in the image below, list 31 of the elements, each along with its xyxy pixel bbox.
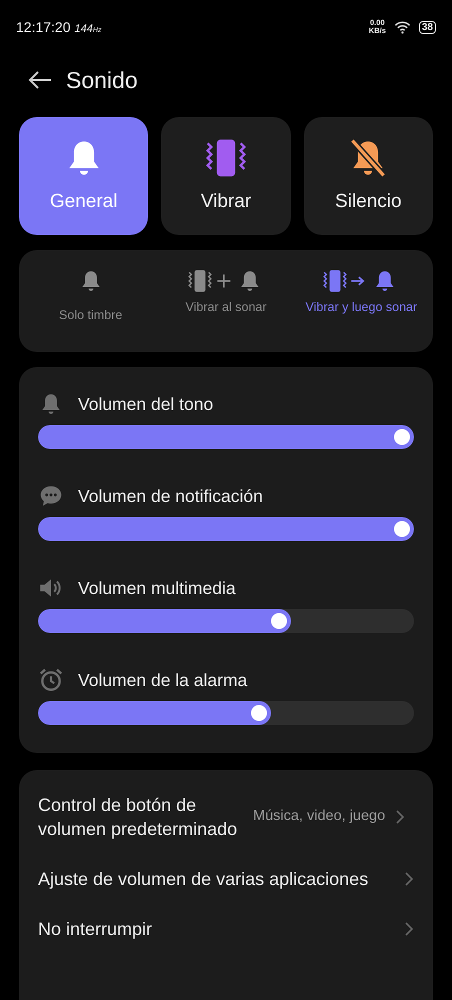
ring-option[interactable]: Vibrar al sonar [158, 268, 294, 352]
volume-slider[interactable] [38, 609, 414, 634]
slider-label: Volumen de la alarma [78, 669, 248, 692]
setting-title: No interrumpir [38, 918, 154, 941]
settings-item[interactable]: Ajuste de volumen de varias aplicaciones [38, 856, 414, 906]
page-title: Sonido [66, 66, 138, 95]
sound-mode-button[interactable]: Silencio [304, 117, 433, 235]
slider-label: Volumen de notificación [78, 485, 263, 508]
status-time: 12:17:20 [16, 18, 70, 36]
slider-label: Volumen del tono [78, 393, 214, 416]
chevron-right-icon [404, 921, 414, 937]
setting-title: Ajuste de volumen de varias aplicaciones [38, 868, 370, 891]
volume-slider[interactable] [38, 701, 414, 726]
volume-slider[interactable] [38, 517, 414, 542]
sound-mode-button[interactable]: General [19, 117, 148, 235]
slider-label: Volumen multimedia [78, 577, 236, 600]
setting-title: Control de botón de volumen predeterminado [38, 794, 238, 841]
chevron-right-icon [404, 871, 414, 887]
sound-mode-button[interactable]: Vibrar [161, 117, 291, 235]
back-button[interactable] [28, 70, 52, 90]
back-arrow-icon [28, 70, 52, 90]
volume-slider[interactable] [38, 425, 414, 450]
setting-value: Música, video, juego [253, 807, 386, 826]
ring-option[interactable]: Vibrar y luego sonar [294, 268, 429, 352]
settings-item[interactable]: No interrumpir [38, 906, 414, 956]
wifi-icon [394, 20, 411, 34]
battery-level: 38 [418, 20, 436, 34]
alarm-clock-icon [38, 667, 64, 694]
ring-option[interactable]: Solo timbre [23, 268, 158, 352]
chevron-right-icon [395, 809, 406, 825]
refresh-rate: 144 [74, 22, 93, 36]
